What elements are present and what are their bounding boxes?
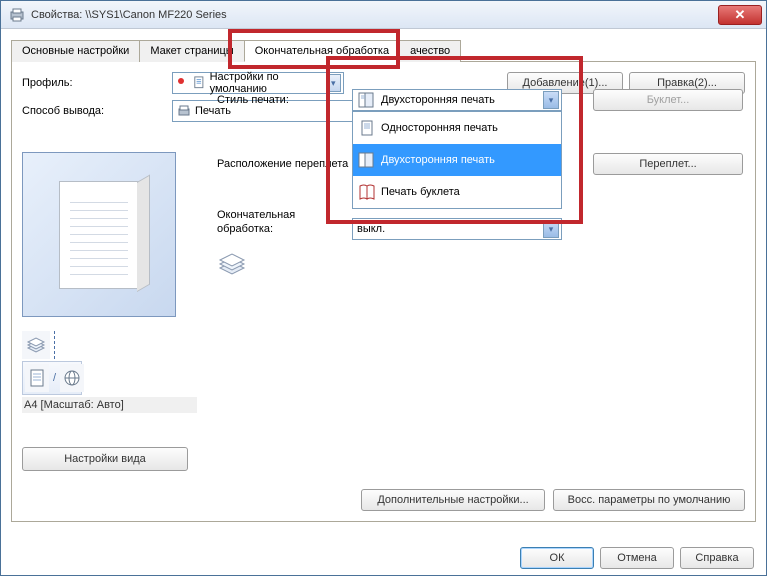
- dialog-buttons: ОК Отмена Справка: [520, 547, 754, 569]
- tab-finishing[interactable]: Окончательная обработка: [244, 40, 400, 62]
- option-booklet[interactable]: Печать буклета: [353, 176, 561, 208]
- option-booklet-label: Печать буклета: [381, 186, 460, 198]
- option-duplex[interactable]: Двухсторонняя печать: [353, 144, 561, 176]
- single-page-thumb-icon[interactable]: [25, 364, 49, 392]
- globe-thumb-icon[interactable]: [60, 364, 84, 392]
- preview-page-icon: [59, 181, 139, 289]
- finishing-combo[interactable]: выкл.: [352, 218, 562, 240]
- page-preview: [22, 152, 176, 317]
- help-button[interactable]: Справка: [680, 547, 754, 569]
- printer-small-icon: [177, 104, 191, 118]
- duplex-icon: [357, 150, 377, 170]
- window-title: Свойства: \\SYS1\Canon MF220 Series: [31, 9, 718, 21]
- restore-defaults-button[interactable]: Восс. параметры по умолчанию: [553, 489, 745, 511]
- advanced-settings-button[interactable]: Дополнительные настройки...: [361, 489, 545, 511]
- option-duplex-label: Двухсторонняя печать: [381, 154, 495, 166]
- single-page-icon: [357, 118, 377, 138]
- view-settings-button[interactable]: Настройки вида: [22, 447, 188, 471]
- tab-basic[interactable]: Основные настройки: [11, 40, 140, 62]
- duplex-icon: [357, 90, 377, 110]
- option-single-sided-label: Односторонняя печать: [381, 122, 498, 134]
- document-icon: [193, 76, 206, 90]
- print-style-label: Стиль печати:: [217, 94, 352, 106]
- profile-label: Профиль:: [22, 77, 172, 89]
- binding-button[interactable]: Переплет...: [593, 153, 743, 175]
- ok-button[interactable]: ОК: [520, 547, 594, 569]
- option-single-sided[interactable]: Односторонняя печать: [353, 112, 561, 144]
- tab-bar: Основные настройки Макет страницы Оконча…: [11, 39, 756, 62]
- tab-page-layout[interactable]: Макет страницы: [139, 40, 244, 62]
- print-style-value: Двухсторонняя печать: [381, 94, 495, 106]
- chevron-down-icon[interactable]: [543, 91, 559, 109]
- booklet-icon: [357, 182, 377, 202]
- modified-marker-icon: [177, 77, 189, 89]
- slash-separator: /: [53, 372, 56, 384]
- binding-label: Расположение переплета: [217, 158, 352, 170]
- titlebar: Свойства: \\SYS1\Canon MF220 Series ✕: [1, 1, 766, 29]
- printer-icon: [9, 7, 25, 23]
- finishing-value: выкл.: [357, 223, 385, 235]
- print-style-dropdown: Односторонняя печать Двухсторонняя печат…: [352, 111, 562, 209]
- close-button[interactable]: ✕: [718, 5, 762, 25]
- tab-panel-finishing: Профиль: Настройки по умолчанию Добавлен…: [11, 62, 756, 522]
- output-label: Способ вывода:: [22, 105, 172, 117]
- properties-dialog: Свойства: \\SYS1\Canon MF220 Series ✕ Ос…: [0, 0, 767, 576]
- stack-pages-icon: [22, 331, 50, 359]
- print-style-combo[interactable]: Двухсторонняя печать: [352, 89, 562, 111]
- chevron-down-icon[interactable]: [543, 220, 559, 238]
- tab-quality[interactable]: ачество: [399, 40, 461, 62]
- finishing-label: Окончательная обработка:: [217, 208, 352, 236]
- booklet-button[interactable]: Буклет...: [593, 89, 743, 111]
- page-info-label: A4 [Масштаб: Авто]: [22, 397, 197, 413]
- collate-stack-icon: [217, 248, 251, 278]
- cancel-button[interactable]: Отмена: [600, 547, 674, 569]
